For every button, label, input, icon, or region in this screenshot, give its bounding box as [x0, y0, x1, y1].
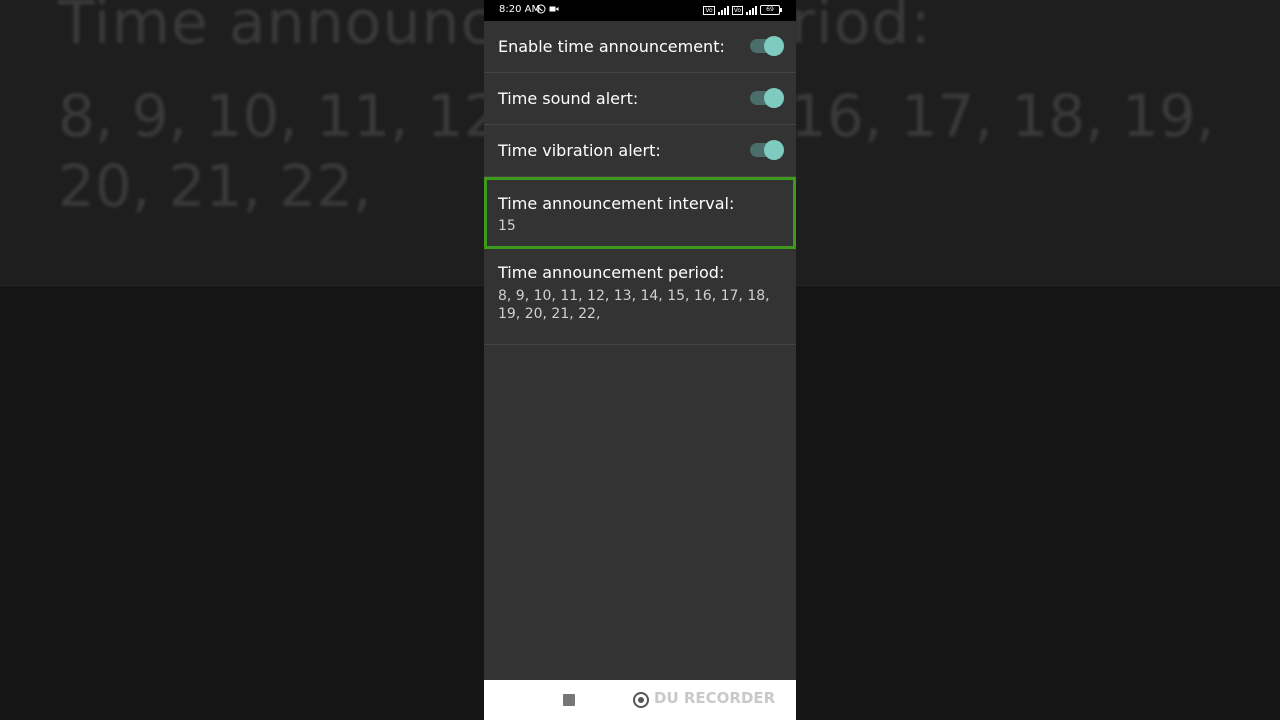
- signal-icon-2: [746, 5, 757, 15]
- background-line-2: 20, 21, 22,: [58, 152, 372, 220]
- switch-knob: [764, 36, 784, 56]
- notification-icons: [536, 4, 559, 14]
- setting-announcement-interval[interactable]: Time announcement interval: 15: [484, 177, 796, 249]
- setting-label: Time announcement period:: [498, 263, 725, 282]
- signal-icon: [717, 5, 729, 15]
- vibration-alert-switch[interactable]: [750, 140, 784, 160]
- setting-value: 15: [498, 218, 516, 234]
- home-button[interactable]: [633, 692, 649, 708]
- background-line-1b: 16, 17, 18, 19,: [790, 82, 1215, 150]
- setting-label: Time announcement interval:: [498, 194, 735, 213]
- switch-knob: [764, 88, 784, 108]
- setting-vibration-alert[interactable]: Time vibration alert:: [484, 125, 796, 177]
- setting-label: Time vibration alert:: [498, 141, 661, 160]
- background-line-1: 8, 9, 10, 11, 12,: [58, 82, 520, 150]
- setting-label: Enable time announcement:: [498, 37, 725, 56]
- video-camera-icon: [549, 6, 559, 12]
- recorder-watermark: DU RECORDER: [654, 689, 776, 707]
- volte-icon: Vo: [703, 5, 715, 15]
- navigation-bar: DU RECORDER: [484, 680, 796, 720]
- setting-label: Time sound alert:: [498, 89, 639, 108]
- setting-announcement-period[interactable]: Time announcement period: 8, 9, 10, 11, …: [484, 249, 796, 345]
- status-bar: 8:20 AM Vo Vo 69: [484, 0, 796, 21]
- recents-button[interactable]: [563, 694, 575, 706]
- whatsapp-icon: [536, 4, 546, 14]
- volte-icon-2: Vo: [731, 5, 743, 15]
- sound-alert-switch[interactable]: [750, 88, 784, 108]
- system-icons: Vo Vo 69: [703, 5, 782, 15]
- battery-icon: 69: [760, 5, 782, 15]
- setting-sound-alert[interactable]: Time sound alert:: [484, 73, 796, 125]
- phone-screen: 8:20 AM Vo Vo 69 Enable time announcemen…: [484, 0, 796, 720]
- settings-list: Enable time announcement: Time sound ale…: [484, 21, 796, 345]
- switch-knob: [764, 140, 784, 160]
- setting-value: 8, 9, 10, 11, 12, 13, 14, 15, 16, 17, 18…: [498, 288, 770, 322]
- status-time: 8:20 AM: [499, 4, 541, 15]
- setting-enable-announcement[interactable]: Enable time announcement:: [484, 21, 796, 73]
- enable-announcement-switch[interactable]: [750, 36, 784, 56]
